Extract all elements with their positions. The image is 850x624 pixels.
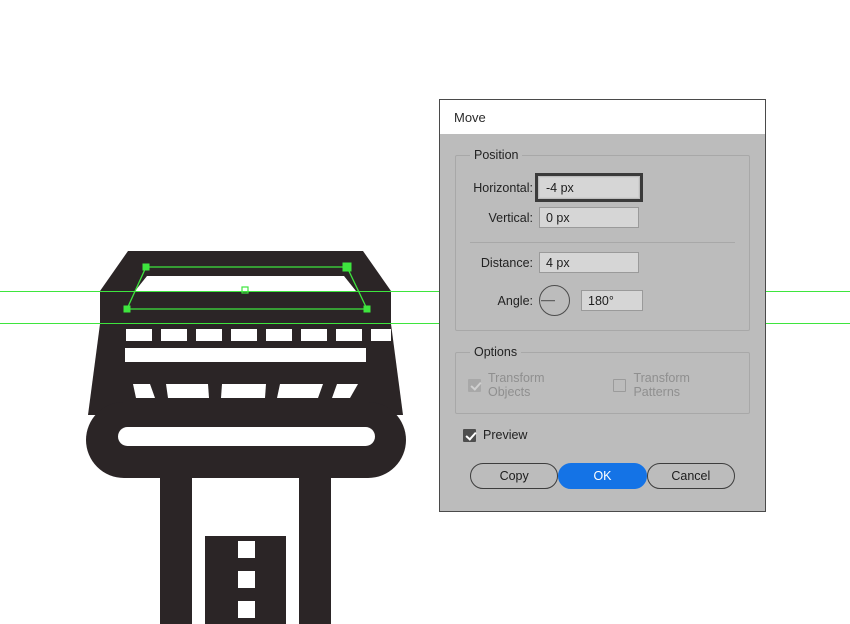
options-group-legend: Options — [474, 345, 518, 359]
horizontal-row: Horizontal: -4 px — [468, 173, 737, 202]
angle-row: Angle: 180° — [468, 285, 737, 316]
transform-patterns-checkbox: Transform Patterns — [613, 371, 737, 399]
anchor-point — [142, 263, 150, 271]
preview-checkbox[interactable]: Preview — [463, 428, 750, 442]
distance-input[interactable]: 4 px — [539, 252, 639, 273]
vertical-row: Vertical: 0 px — [468, 207, 737, 228]
angle-dial-needle — [541, 299, 555, 302]
dialog-titlebar: Move — [440, 100, 765, 134]
horizontal-label: Horizontal: — [473, 180, 533, 195]
anchor-point — [342, 262, 352, 272]
position-group-legend: Position — [474, 148, 519, 162]
preview-label: Preview — [483, 428, 528, 442]
angle-label: Angle: — [497, 293, 533, 308]
cancel-button[interactable]: Cancel — [646, 463, 735, 489]
dialog-body: Position Horizontal: -4 px Vertical: 0 p… — [440, 134, 765, 511]
dialog-button-bar: Copy OK Cancel — [455, 463, 750, 489]
anchor-point — [363, 305, 371, 313]
options-group: Options Transform Objects Transform Patt… — [455, 345, 750, 414]
transform-patterns-label: Transform Patterns — [633, 371, 690, 399]
ok-button[interactable]: OK — [558, 463, 647, 489]
position-group: Position Horizontal: -4 px Vertical: 0 p… — [455, 148, 750, 331]
selection-center-point — [241, 286, 249, 294]
distance-label: Distance: — [480, 255, 533, 270]
horizontal-input[interactable]: -4 px — [535, 173, 643, 202]
anchor-point — [123, 305, 131, 313]
transform-objects-label: Transform Objects — [488, 371, 545, 399]
checkbox-box — [613, 378, 627, 392]
checkbox-box — [468, 378, 481, 392]
angle-input[interactable]: 180° — [581, 290, 643, 311]
copy-button[interactable]: Copy — [470, 463, 559, 489]
options-inner: Transform Objects Transform Patterns — [468, 371, 737, 399]
vertical-label: Vertical: — [488, 210, 533, 225]
dialog-title: Move — [454, 109, 486, 125]
position-divider — [470, 242, 735, 243]
checkbox-box[interactable] — [463, 428, 476, 442]
distance-row: Distance: 4 px — [468, 252, 737, 273]
transform-objects-checkbox: Transform Objects — [468, 371, 587, 399]
move-dialog[interactable]: Move Position Horizontal: -4 px Vertical… — [439, 99, 766, 512]
angle-dial[interactable] — [539, 285, 570, 316]
vertical-input[interactable]: 0 px — [539, 207, 639, 228]
